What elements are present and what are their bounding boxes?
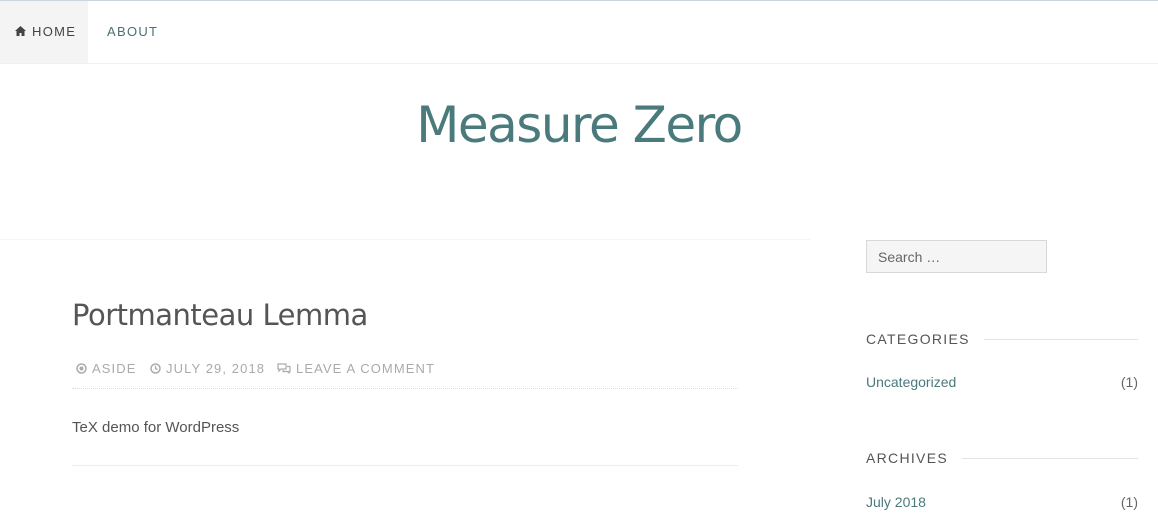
post-excerpt: TeX demo for WordPress [72,419,240,436]
meta-divider [72,388,738,389]
archives-title-line [951,458,1138,459]
category-count: (1) [1120,374,1138,390]
nav-item-about[interactable]: ABOUT [107,1,158,63]
archive-count: (1) [1120,494,1138,510]
site-title[interactable]: Measure Zero [0,96,1158,154]
categories-widget-title: CATEGORIES [866,331,984,347]
search-input[interactable] [866,240,1047,273]
post-format-label: ASIDE [92,361,137,376]
post-divider [72,465,738,466]
sidebar-area [810,240,1158,527]
category-link-uncategorized[interactable]: Uncategorized [866,374,956,390]
home-icon [15,26,26,36]
comments-icon [277,363,291,374]
leave-comment-link[interactable]: LEAVE A COMMENT [277,361,435,376]
nav-item-home[interactable]: HOME [0,1,88,63]
categories-title-line [970,339,1138,340]
post-date-label: JULY 29, 2018 [166,361,266,376]
post-date-link[interactable]: JULY 29, 2018 [150,361,265,376]
nav-item-home-label: HOME [32,24,77,39]
archives-widget-title: ARCHIVES [866,450,962,466]
content-top-divider [0,239,810,240]
post-title[interactable]: Portmanteau Lemma [72,298,368,332]
archive-link-july-2018[interactable]: July 2018 [866,494,926,510]
clock-icon [150,363,161,374]
aside-format-icon [76,363,87,374]
post-format-link[interactable]: ASIDE [76,361,137,376]
main-navigation: HOME ABOUT [0,1,1158,64]
leave-comment-label: LEAVE A COMMENT [296,361,436,376]
